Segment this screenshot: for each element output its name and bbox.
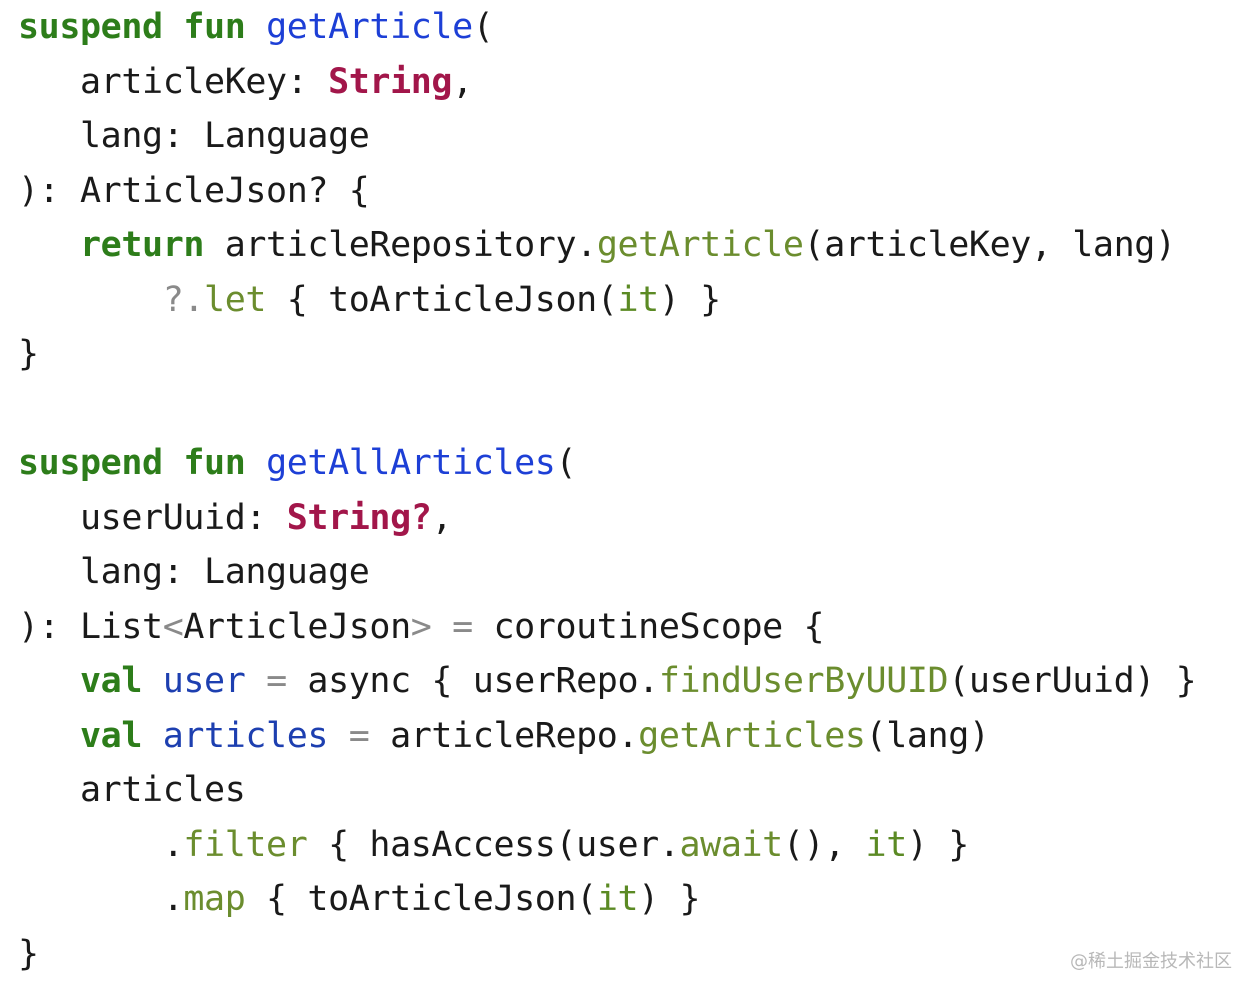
code-token-call: map xyxy=(183,879,245,919)
code-token-plain: ) } xyxy=(638,879,700,919)
code-token-call: getArticle xyxy=(597,225,804,265)
code-token-plain xyxy=(142,661,163,701)
code-token-plain: articleRepo. xyxy=(369,716,638,756)
code-token-plain: lang: Language xyxy=(18,116,369,156)
code-token-plain: coroutineScope { xyxy=(473,607,824,647)
code-block: suspend fun getArticle( articleKey: Stri… xyxy=(18,0,1240,981)
code-token-plain xyxy=(18,280,163,320)
code-token-call: filter xyxy=(183,825,307,865)
code-token-plain xyxy=(245,661,266,701)
code-token-kw: suspend xyxy=(18,7,163,47)
code-line: suspend fun getAllArticles( xyxy=(18,436,1240,491)
code-token-plain xyxy=(245,443,266,483)
code-line: articles xyxy=(18,763,1240,818)
code-token-plain: . xyxy=(18,879,183,919)
code-line: lang: Language xyxy=(18,545,1240,600)
code-line: } xyxy=(18,327,1240,382)
code-token-type-prim: String xyxy=(328,62,452,102)
code-token-plain: { toArticleJson( xyxy=(266,280,617,320)
code-token-plain: userUuid: xyxy=(18,498,287,538)
code-token-call: findUserByUUID xyxy=(659,661,948,701)
code-token-plain: (articleKey, lang) xyxy=(804,225,1176,265)
code-line: ): List<ArticleJson> = coroutineScope { xyxy=(18,600,1240,655)
code-token-fn-def: getArticle xyxy=(266,7,473,47)
code-token-plain: ) } xyxy=(659,280,721,320)
code-line: return articleRepository.getArticle(arti… xyxy=(18,218,1240,273)
code-line: userUuid: String?, xyxy=(18,491,1240,546)
code-line: } xyxy=(18,927,1240,981)
code-token-plain xyxy=(163,443,184,483)
code-token-plain: lang: Language xyxy=(18,552,369,592)
code-token-plain: ArticleJson xyxy=(183,607,410,647)
code-token-plain: } xyxy=(18,334,39,374)
code-token-plain: articleKey: xyxy=(18,62,328,102)
code-line: val user = async { userRepo.findUserByUU… xyxy=(18,654,1240,709)
code-token-plain xyxy=(18,225,80,265)
code-token-kw: val xyxy=(80,716,142,756)
code-token-type-prim: String? xyxy=(287,498,432,538)
code-token-op: = xyxy=(349,716,370,756)
code-token-param: user xyxy=(163,661,246,701)
code-token-plain: (), xyxy=(783,825,866,865)
code-token-plain xyxy=(328,716,349,756)
code-token-op: ?. xyxy=(163,280,204,320)
code-token-it: it xyxy=(617,280,658,320)
code-token-plain: , xyxy=(452,62,473,102)
code-token-plain: async { userRepo. xyxy=(287,661,659,701)
code-token-plain xyxy=(142,716,163,756)
code-token-plain: (userUuid) } xyxy=(948,661,1196,701)
code-token-call: await xyxy=(680,825,783,865)
code-token-op: = xyxy=(452,607,473,647)
code-token-plain: ( xyxy=(473,7,494,47)
code-line: val articles = articleRepo.getArticles(l… xyxy=(18,709,1240,764)
code-token-plain xyxy=(245,7,266,47)
code-token-plain: ): ArticleJson? { xyxy=(18,171,369,211)
code-token-plain: articleRepository. xyxy=(204,225,597,265)
code-token-call: let xyxy=(204,280,266,320)
code-token-param: articles xyxy=(163,716,328,756)
code-line xyxy=(18,382,1240,437)
code-token-plain xyxy=(18,661,80,701)
code-token-plain: . xyxy=(18,825,183,865)
code-token-plain xyxy=(18,716,80,756)
code-line: .map { toArticleJson(it) } xyxy=(18,872,1240,927)
code-line: lang: Language xyxy=(18,109,1240,164)
code-line: articleKey: String, xyxy=(18,55,1240,110)
code-token-kw: return xyxy=(80,225,204,265)
code-token-kw: suspend xyxy=(18,443,163,483)
code-token-plain: (lang) xyxy=(866,716,990,756)
code-line: ): ArticleJson? { xyxy=(18,164,1240,219)
code-token-plain xyxy=(431,607,452,647)
code-token-plain: { toArticleJson( xyxy=(245,879,596,919)
code-token-kw: val xyxy=(80,661,142,701)
code-line: ?.let { toArticleJson(it) } xyxy=(18,273,1240,328)
code-token-kw: fun xyxy=(183,443,245,483)
code-token-kw: fun xyxy=(183,7,245,47)
code-token-fn-def: getAllArticles xyxy=(266,443,555,483)
code-token-it: it xyxy=(866,825,907,865)
code-token-op: > xyxy=(411,607,432,647)
code-token-plain: , xyxy=(431,498,452,538)
code-token-op: < xyxy=(163,607,184,647)
code-token-plain: ): List xyxy=(18,607,163,647)
watermark: @稀土掘金技术社区 xyxy=(1070,947,1232,973)
code-token-plain: } xyxy=(18,934,39,974)
code-token-plain: ( xyxy=(555,443,576,483)
code-line: .filter { hasAccess(user.await(), it) } xyxy=(18,818,1240,873)
code-line: suspend fun getArticle( xyxy=(18,0,1240,55)
code-token-call: getArticles xyxy=(638,716,865,756)
code-token-plain: ) } xyxy=(907,825,969,865)
code-token-it: it xyxy=(597,879,638,919)
code-token-op: = xyxy=(266,661,287,701)
code-token-plain: { hasAccess(user. xyxy=(307,825,679,865)
code-token-plain: articles xyxy=(18,770,245,810)
code-token-plain xyxy=(163,7,184,47)
